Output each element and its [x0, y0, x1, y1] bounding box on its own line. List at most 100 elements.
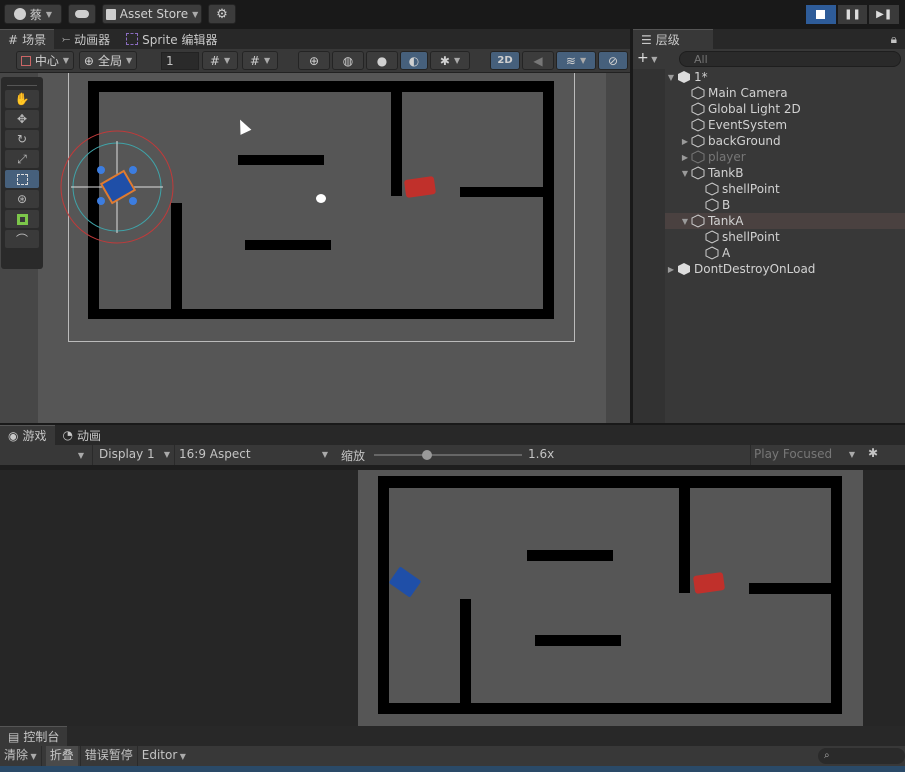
pivot-dropdown[interactable]: 中心 ▼: [16, 51, 74, 70]
rotate-tool[interactable]: ↻: [5, 130, 39, 148]
collab-button[interactable]: ⚙: [208, 4, 236, 24]
pause-button[interactable]: ❚❚: [837, 5, 868, 24]
item-label: TankB: [708, 166, 744, 180]
tab-console[interactable]: ▤ 控制台: [0, 726, 68, 746]
tree-item[interactable]: shellPoint: [633, 229, 905, 245]
tree-item-scene[interactable]: ▼ 1*: [633, 69, 905, 85]
item-label: player: [708, 150, 746, 164]
effects-button[interactable]: ≋ ▼: [556, 51, 596, 70]
wall: [378, 476, 389, 714]
tree-item[interactable]: shellPoint: [633, 181, 905, 197]
collapse-button[interactable]: 折叠: [45, 746, 78, 766]
lighting-button[interactable]: ◐: [400, 51, 428, 70]
scale-label: 缩放: [341, 449, 366, 463]
tree-item[interactable]: ▼ TankB: [633, 165, 905, 181]
tree-item[interactable]: Global Light 2D: [633, 101, 905, 117]
game-view[interactable]: [0, 465, 905, 726]
handle-dot[interactable]: [97, 166, 105, 174]
clear-button[interactable]: 清除 ▼: [0, 746, 42, 766]
tree-item-disabled[interactable]: ▶ player: [633, 149, 905, 165]
asset-store-button[interactable]: Asset Store ▼: [102, 4, 202, 24]
handle-dot[interactable]: [129, 166, 137, 174]
cube-icon: [705, 230, 719, 244]
tree-item[interactable]: ▶ DontDestroyOnLoad: [633, 261, 905, 277]
display-dropdown[interactable]: Display 1 ▼: [92, 445, 172, 465]
create-button[interactable]: + ▼: [637, 50, 657, 66]
scene-scrollbar[interactable]: [606, 73, 630, 423]
item-label: shellPoint: [722, 230, 780, 244]
editor-dropdown[interactable]: Editor ▼: [136, 746, 190, 766]
console-tab-bar: ▤ 控制台: [0, 726, 905, 746]
visibility-button[interactable]: ⊘: [598, 51, 628, 70]
custom-tool[interactable]: [5, 210, 39, 228]
light-gizmo-icon: [316, 194, 326, 203]
chevron-down-icon: ▼: [223, 56, 231, 65]
tree-item[interactable]: B: [633, 197, 905, 213]
shape-tool[interactable]: ⌒: [5, 230, 39, 248]
snap-increment-button[interactable]: # ▼: [202, 51, 238, 70]
handle-dot[interactable]: [97, 197, 105, 205]
tab-game[interactable]: ◉ 游戏: [0, 425, 55, 445]
cube-icon: [691, 150, 705, 164]
scale-slider[interactable]: [374, 450, 522, 460]
chevron-down-icon: ▼: [192, 9, 199, 19]
tab-label: 动画器: [74, 32, 111, 47]
tab-hierarchy[interactable]: ☰ 层级: [633, 29, 713, 49]
item-label: 1*: [694, 70, 708, 84]
tab-scene[interactable]: # 场景: [0, 29, 55, 49]
tab-animation[interactable]: ◔ 动画: [55, 425, 110, 445]
wall: [749, 583, 833, 594]
rect-tool[interactable]: [5, 170, 39, 188]
tab-animator[interactable]: ⤚ 动画器: [54, 29, 118, 49]
hand-tool[interactable]: ✋: [5, 90, 39, 108]
cloud-button[interactable]: [68, 4, 96, 24]
scale-icon: ⤢: [17, 151, 27, 166]
list-icon: ☰: [641, 32, 652, 47]
game-mode-dropdown[interactable]: ▼: [0, 445, 88, 465]
rect-icon: [16, 173, 28, 185]
scale-slider-thumb[interactable]: [422, 450, 433, 460]
wall: [378, 476, 842, 488]
cloud-icon: [75, 10, 89, 18]
scale-tool[interactable]: ⤢: [5, 150, 39, 168]
play-mode-dropdown[interactable]: Play Focused ▼: [750, 445, 858, 465]
drag-handle[interactable]: [7, 80, 37, 86]
grid-snap-button[interactable]: # ▼: [242, 51, 278, 70]
move-tool[interactable]: ✥: [5, 110, 39, 128]
shading-solid-button[interactable]: ●: [366, 51, 398, 70]
cube-icon: [705, 182, 719, 196]
move-icon: ✥: [16, 112, 28, 126]
tree-item[interactable]: EventSystem: [633, 117, 905, 133]
mode-2d-button[interactable]: 2D: [490, 51, 520, 70]
transform-tool[interactable]: ⊛: [5, 190, 39, 208]
tab-sprite-editor[interactable]: Sprite 编辑器: [118, 29, 225, 49]
aspect-dropdown[interactable]: 16:9 Aspect ▼: [174, 445, 332, 465]
chevron-down-icon: ▼: [125, 56, 133, 65]
audio-button[interactable]: ◀: [522, 51, 554, 70]
stop-button[interactable]: [806, 5, 836, 24]
error-pause-button[interactable]: 错误暂停: [79, 746, 137, 766]
hierarchy-search-input[interactable]: [679, 51, 901, 67]
scene-viewport[interactable]: [0, 73, 630, 423]
tree-item[interactable]: ▶ backGround: [633, 133, 905, 149]
gizmo-orientation-button[interactable]: ⊕: [298, 51, 330, 70]
debug-button[interactable]: ✱ ▼: [430, 51, 470, 70]
chevron-down-icon: ▼: [453, 56, 461, 65]
cube-icon: [691, 102, 705, 116]
handle-dot[interactable]: [129, 197, 137, 205]
console-search-input[interactable]: ⌕: [818, 748, 905, 764]
chevron-down-icon: ▼: [681, 168, 689, 178]
tree-item-selected[interactable]: ▼ TankA: [665, 213, 905, 229]
snap-input[interactable]: 1: [161, 52, 199, 70]
step-button[interactable]: ▶❚: [869, 5, 900, 24]
lock-icon[interactable]: 🔒︎: [891, 32, 897, 47]
stats-button[interactable]: ✱: [862, 446, 884, 464]
tree-item[interactable]: Main Camera: [633, 85, 905, 101]
game-toolbar: ▼ Display 1 ▼ 16:9 Aspect ▼ 缩放 1.6x Play F…: [0, 445, 905, 465]
wall: [679, 476, 690, 593]
tree-item[interactable]: A: [633, 245, 905, 261]
shading-wire-button[interactable]: ◍: [332, 51, 364, 70]
space-dropdown[interactable]: ⊕ 全局 ▼: [79, 51, 137, 70]
account-button[interactable]: 蔡 ▼: [4, 4, 62, 24]
space-label: 全局: [97, 54, 122, 68]
